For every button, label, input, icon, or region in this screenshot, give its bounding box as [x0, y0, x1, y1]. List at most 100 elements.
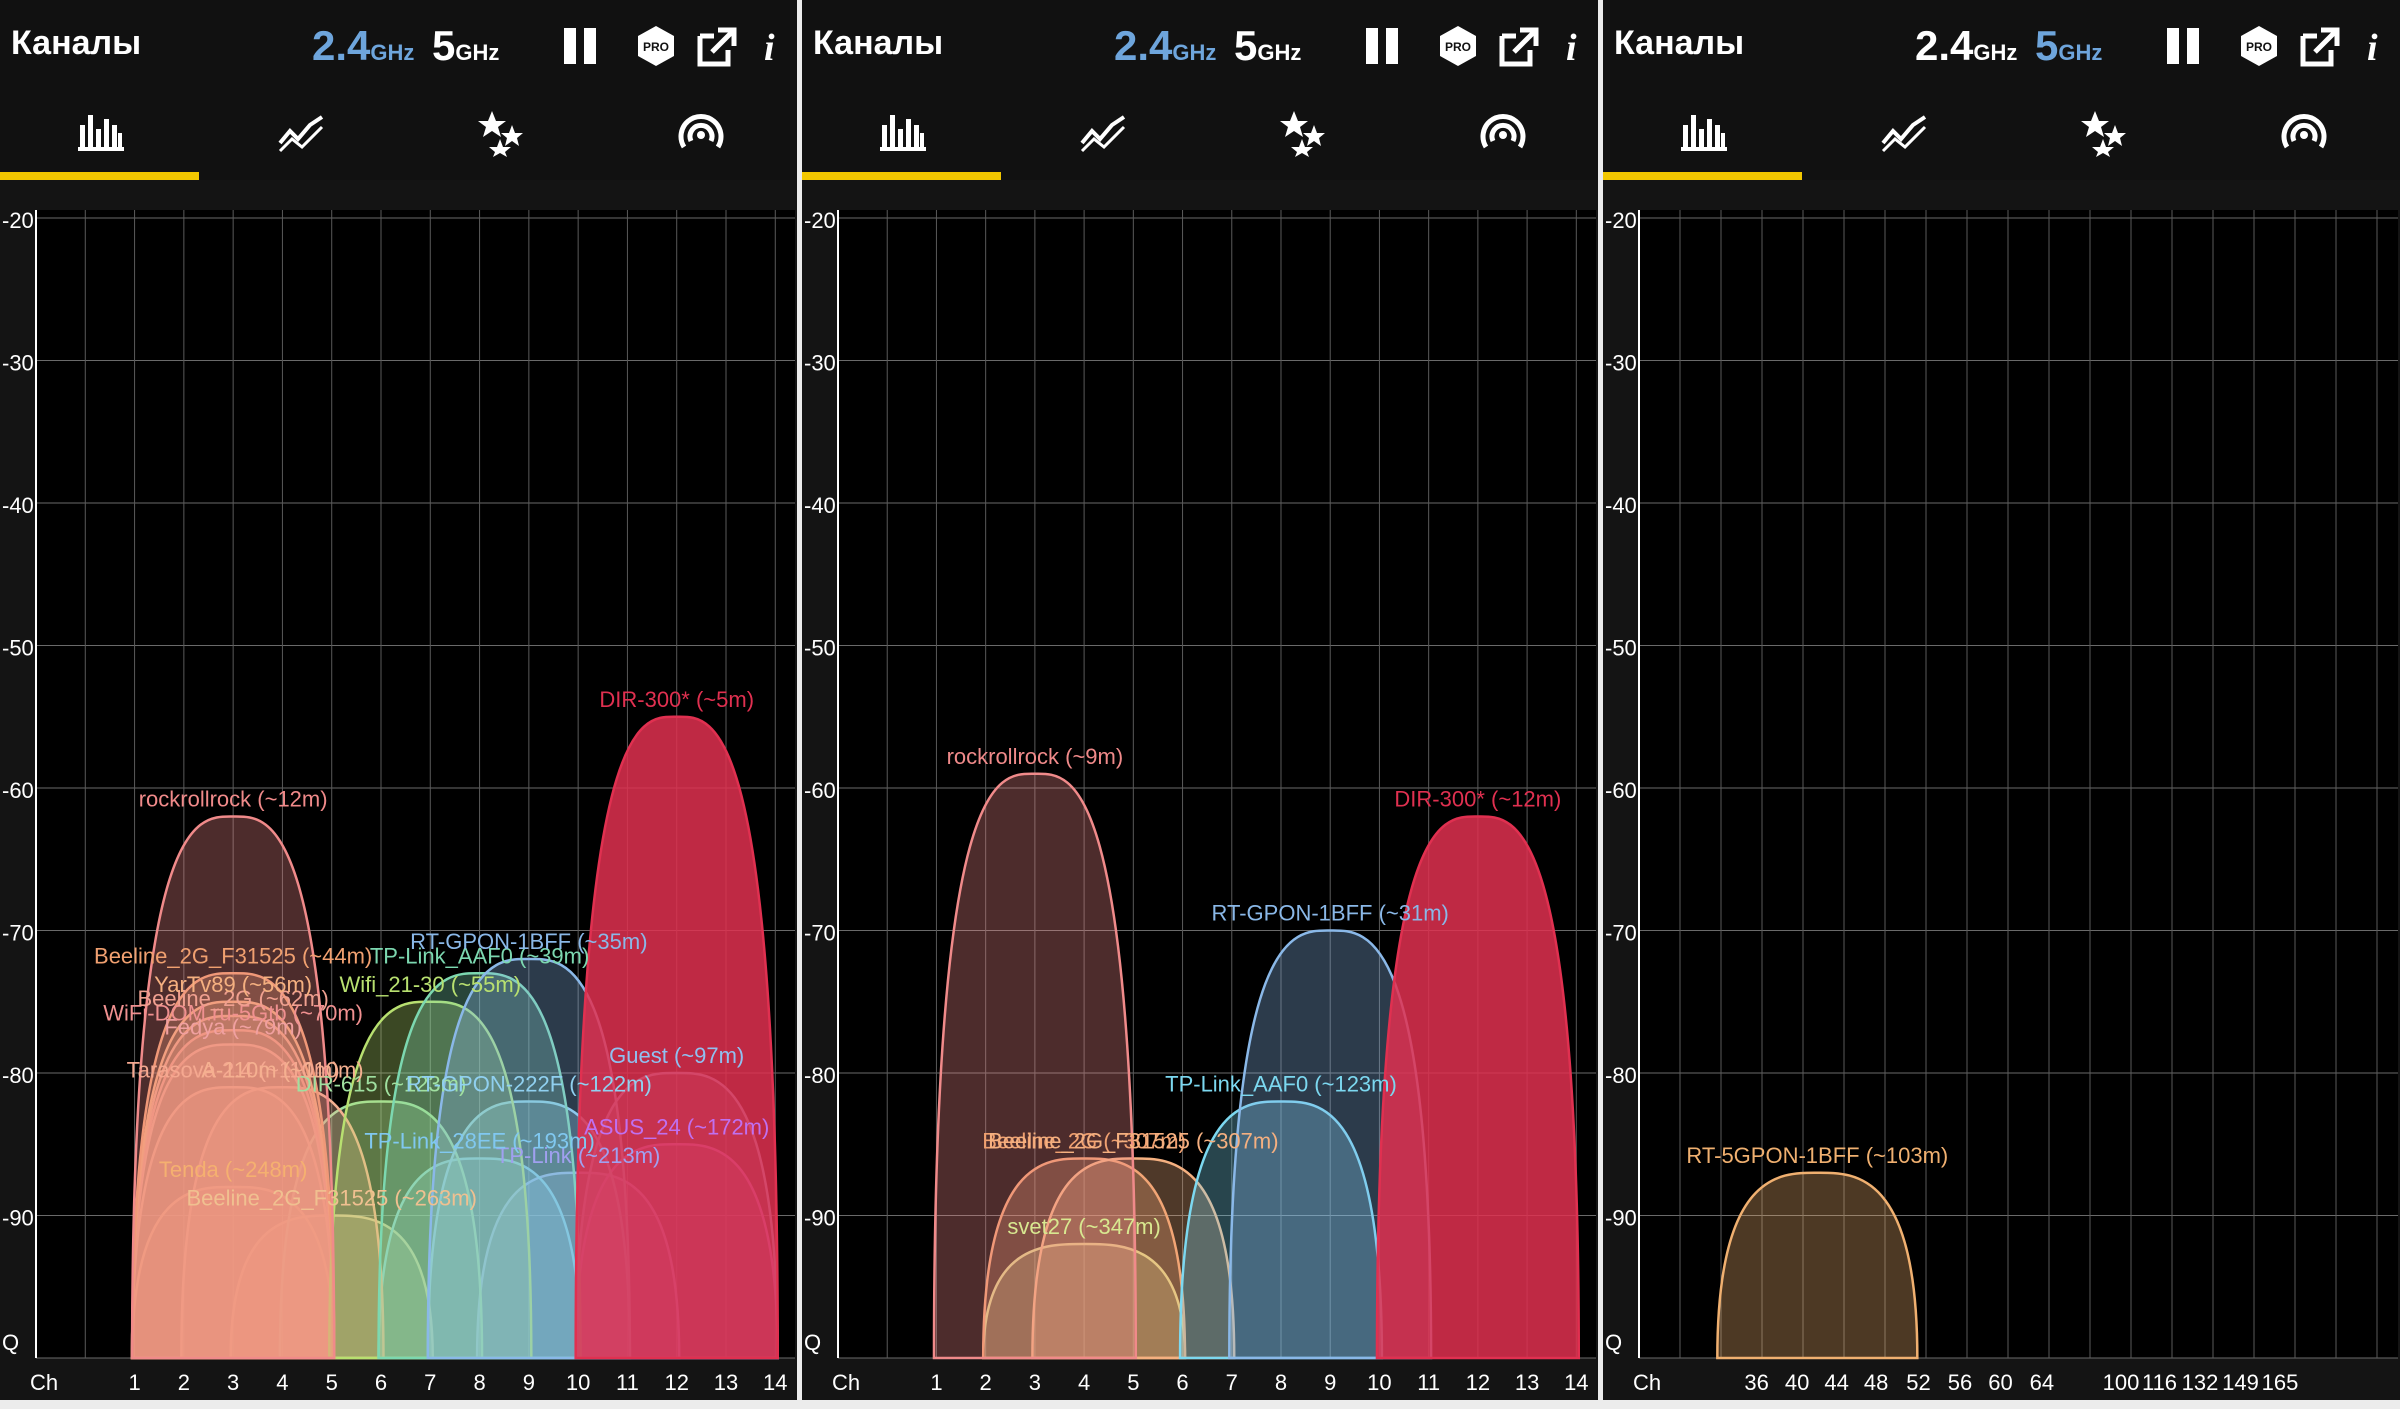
tab-signal-strength[interactable]	[1402, 95, 1598, 180]
y-tick-label: -90	[804, 1206, 836, 1231]
band-unit: GHz	[1973, 40, 2018, 65]
x-tick-label: 10	[566, 1370, 590, 1395]
network-label: rockrollrock (~12m)	[139, 787, 328, 812]
y-tick-label: -80	[2, 1063, 34, 1088]
time-graph-icon	[1080, 115, 1126, 153]
x-tick-label: 48	[1864, 1370, 1888, 1395]
tab-channel-rating[interactable]	[2003, 95, 2203, 180]
pro-badge-icon[interactable]: PRO	[2237, 22, 2281, 70]
screen-panel-1: Каналы 2.4GHz 5GHz PRO i -20 -30 -40 -50…	[0, 0, 797, 1400]
channel-graph-icon	[1681, 115, 1727, 151]
x-tick-label: 5	[1127, 1370, 1139, 1395]
x-tick-label: 100	[2103, 1370, 2140, 1395]
x-tick-label: 11	[1417, 1370, 1440, 1395]
tab-channel-rating[interactable]	[400, 95, 600, 180]
network-label: TP-Link_AAF0 (~123m)	[1165, 1072, 1397, 1097]
channel-chart: -20-30-40-50-60-70-80-90QCh 1 2 3 4 5 6 7 8 9 10 11…	[0, 180, 797, 1400]
pause-icon[interactable]	[1362, 22, 1406, 70]
tab-signal-strength[interactable]	[2203, 95, 2400, 180]
y-tick-label: -40	[804, 493, 836, 518]
export-icon[interactable]	[2297, 22, 2341, 70]
y-tick-label: -70	[1605, 921, 1637, 946]
info-label: i	[2367, 27, 2378, 69]
info-icon[interactable]: i	[2359, 22, 2389, 70]
x-tick-label: 40	[1785, 1370, 1809, 1395]
x-tick-label: 7	[424, 1370, 436, 1395]
y-tick-label: -20	[2, 208, 34, 233]
band-unit: GHz	[1172, 40, 1217, 65]
network-label: Guest (~97m)	[609, 1043, 744, 1068]
screen-panel-3: Каналы 2.4GHz 5GHz PRO i -20 -30 -40 -50…	[1603, 0, 2400, 1400]
y-tick-label: -70	[2, 921, 34, 946]
x-tick-label: 12	[1466, 1370, 1490, 1395]
x-tick-label: 44	[1824, 1370, 1848, 1395]
y-tick-label: -50	[1605, 636, 1637, 661]
x-tick-label: 64	[2030, 1370, 2054, 1395]
band-2-4ghz-toggle[interactable]: 2.4GHz	[1114, 22, 1216, 70]
pause-icon[interactable]	[560, 22, 604, 70]
tab-time-graph[interactable]	[1002, 95, 1202, 180]
x-tick-label: 9	[1324, 1370, 1336, 1395]
export-icon[interactable]	[694, 22, 738, 70]
band-value: 5	[1234, 22, 1258, 69]
network-label: RT-GPON-222F (~122m)	[406, 1072, 652, 1097]
pause-icon[interactable]	[2163, 22, 2207, 70]
info-icon[interactable]: i	[1558, 22, 1588, 70]
channel-chart: -20 -30 -40 -50 -60 -70 -80 -90 Q Ch 36 40 44 48 52 56 6…	[1603, 180, 2400, 1400]
tab-channel-graph[interactable]	[1603, 95, 1803, 180]
x-tick-label: 52	[1906, 1370, 1930, 1395]
x-tick-label: 2	[980, 1370, 992, 1395]
signal-strength-icon	[678, 114, 724, 149]
y-tick-label: -50	[804, 636, 836, 661]
x-axis-label: Ch	[832, 1370, 860, 1395]
y-tick-label: Q	[1605, 1330, 1622, 1355]
band-5ghz-toggle[interactable]: 5GHz	[2035, 22, 2102, 70]
network-label: RT-5GPON-1BFF (~103m)	[1686, 1143, 1948, 1168]
x-tick-label: 4	[276, 1370, 288, 1395]
x-tick-label: 13	[714, 1370, 738, 1395]
network-label: A-110m (~110m)	[201, 1057, 363, 1082]
page-title: Каналы	[1614, 24, 1745, 62]
x-tick-label: 13	[1515, 1370, 1539, 1395]
info-icon[interactable]: i	[756, 22, 786, 70]
network-label: rockrollrock (~9m)	[947, 744, 1124, 769]
band-5ghz-toggle[interactable]: 5GHz	[432, 22, 499, 70]
tab-time-graph[interactable]	[200, 95, 400, 180]
tab-time-graph[interactable]	[1803, 95, 2003, 180]
pro-badge-icon[interactable]: PRO	[634, 22, 678, 70]
pro-label: PRO	[1445, 40, 1471, 54]
band-value: 5	[2035, 22, 2059, 69]
y-tick-label: -80	[1605, 1063, 1637, 1088]
time-graph-icon	[278, 115, 324, 153]
active-tab-indicator	[0, 172, 199, 180]
band-unit: GHz	[455, 40, 500, 65]
pro-label: PRO	[643, 40, 669, 54]
y-tick-label: -40	[1605, 493, 1637, 518]
tab-channel-graph[interactable]	[802, 95, 1002, 180]
y-tick-label: Q	[804, 1330, 821, 1355]
tab-channel-rating[interactable]	[1202, 95, 1402, 180]
tab-signal-strength[interactable]	[600, 95, 797, 180]
page-title: Каналы	[813, 24, 944, 62]
y-tick-label: Q	[2, 1330, 19, 1355]
view-tabs	[0, 95, 797, 180]
band-5ghz-toggle[interactable]: 5GHz	[1234, 22, 1301, 70]
x-tick-label: 60	[1988, 1370, 2012, 1395]
x-tick-label: 3	[1029, 1370, 1041, 1395]
network-label: svet27 (~347m)	[1007, 1214, 1160, 1239]
tab-channel-graph[interactable]	[0, 95, 200, 180]
x-tick-label: 1	[930, 1370, 942, 1395]
x-tick-label: 149	[2222, 1370, 2259, 1395]
y-tick-label: -60	[2, 778, 34, 803]
band-2-4ghz-toggle[interactable]: 2.4GHz	[312, 22, 414, 70]
x-axis-label: Ch	[1633, 1370, 1661, 1395]
pro-badge-icon[interactable]: PRO	[1436, 22, 1480, 70]
x-tick-label: 56	[1948, 1370, 1972, 1395]
band-2-4ghz-toggle[interactable]: 2.4GHz	[1915, 22, 2017, 70]
network-label: DIR-300* (~5m)	[599, 687, 754, 712]
channel-chart: -20-30-40-50-60-70-80-90QCh 1 2 3 4 5 6 7 8 9 10 11…	[802, 180, 1598, 1400]
y-tick-label: -90	[2, 1206, 34, 1231]
y-tick-label: -30	[2, 351, 34, 376]
network-label: ASUS_24 (~172m)	[584, 1114, 769, 1139]
export-icon[interactable]	[1496, 22, 1540, 70]
